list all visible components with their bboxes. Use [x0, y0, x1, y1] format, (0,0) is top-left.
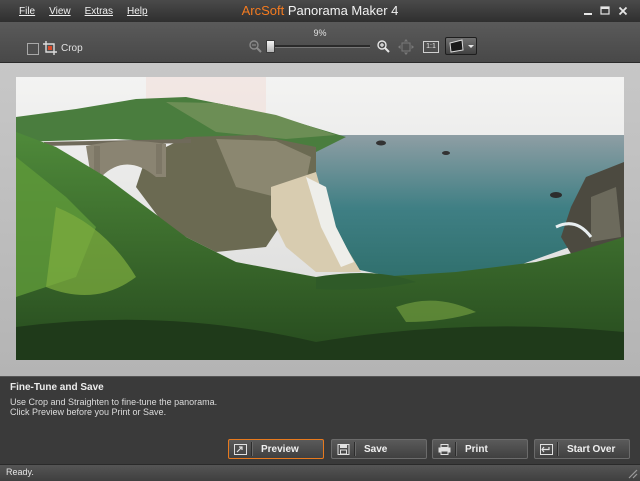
preview-button[interactable]: Preview [228, 439, 324, 459]
print-button[interactable]: Print [432, 439, 528, 459]
minimize-icon [584, 13, 592, 15]
info-panel: Fine-Tune and Save Use Crop and Straight… [0, 376, 640, 465]
print-icon [438, 443, 451, 455]
fit-to-window-icon[interactable] [398, 39, 414, 55]
save-button[interactable]: Save [331, 439, 427, 459]
button-separator [557, 442, 559, 456]
print-label: Print [465, 443, 488, 455]
menu-help[interactable]: Help [120, 0, 155, 22]
menu-bar: File View Extras Help [12, 0, 155, 22]
actual-size-button[interactable]: 1:1 [423, 41, 439, 53]
start-over-icon [540, 443, 553, 455]
zoom-slider-track[interactable] [268, 45, 370, 48]
close-icon [618, 6, 628, 16]
title-bar: File View Extras Help ArcSoft Panorama M… [0, 0, 640, 22]
panorama-image[interactable] [16, 77, 624, 360]
view-mode-icon [449, 39, 474, 53]
status-text: Ready. [6, 467, 34, 477]
resize-grip-icon[interactable] [626, 467, 638, 479]
preview-icon [234, 443, 247, 455]
product-name: Panorama Maker 4 [287, 3, 399, 18]
start-over-button[interactable]: Start Over [534, 439, 630, 459]
crop-icon [43, 41, 57, 55]
step-instruction-line2: Click Preview before you Print or Save. [10, 407, 167, 417]
menu-extras[interactable]: Extras [78, 0, 120, 22]
menu-file[interactable]: File [12, 0, 42, 22]
crop-label[interactable]: Crop [61, 43, 83, 54]
menu-view[interactable]: View [42, 0, 78, 22]
button-separator [251, 442, 253, 456]
crop-checkbox[interactable] [27, 43, 39, 55]
zoom-in-icon[interactable] [376, 39, 390, 53]
zoom-value: 9% [313, 28, 327, 38]
toolbar: Crop 9% 1:1 [0, 22, 640, 63]
brand-name: ArcSoft [241, 3, 285, 18]
step-title: Fine-Tune and Save [10, 382, 104, 393]
save-icon [337, 443, 350, 455]
status-bar: Ready. [0, 464, 640, 481]
close-button[interactable] [612, 3, 634, 19]
zoom-slider-thumb[interactable] [266, 40, 275, 53]
view-mode-dropdown[interactable] [445, 37, 477, 55]
zoom-out-icon[interactable] [248, 39, 262, 53]
preview-canvas [0, 63, 640, 376]
button-separator [455, 442, 457, 456]
preview-label: Preview [261, 443, 299, 455]
button-separator [354, 442, 356, 456]
maximize-icon [600, 6, 610, 15]
start-over-label: Start Over [567, 443, 616, 455]
step-instruction-line1: Use Crop and Straighten to fine-tune the… [10, 397, 218, 407]
save-label: Save [364, 443, 388, 455]
